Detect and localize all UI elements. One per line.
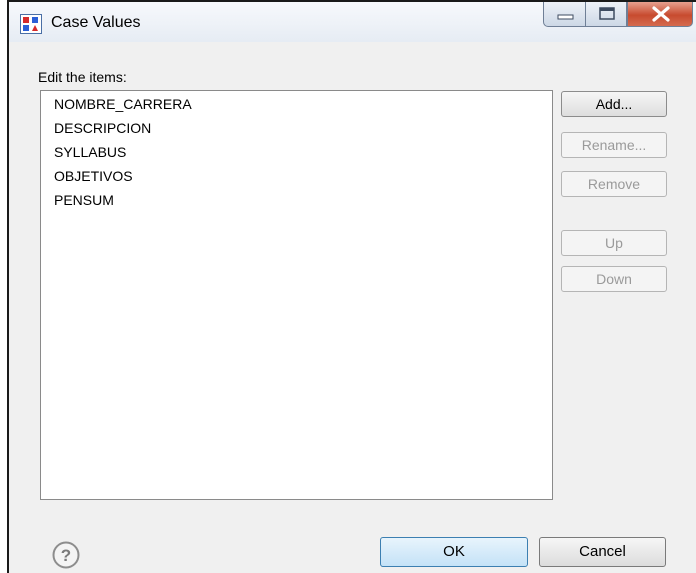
close-button[interactable] bbox=[627, 2, 693, 27]
maximize-icon bbox=[599, 7, 615, 20]
list-item[interactable]: OBJETIVOS bbox=[54, 168, 133, 184]
title-bar[interactable]: Case Values bbox=[9, 2, 696, 42]
minimize-icon bbox=[557, 14, 574, 20]
list-item[interactable]: SYLLABUS bbox=[54, 144, 126, 160]
rename-button[interactable]: Rename... bbox=[561, 132, 667, 158]
down-button[interactable]: Down bbox=[561, 266, 667, 292]
list-item[interactable]: DESCRIPCION bbox=[54, 120, 151, 136]
up-button[interactable]: Up bbox=[561, 230, 667, 256]
close-icon bbox=[652, 6, 670, 22]
edit-items-label: Edit the items: bbox=[38, 69, 127, 85]
list-item[interactable]: NOMBRE_CARRERA bbox=[54, 96, 192, 112]
case-values-dialog: Case Values Edit the items: NOMBRE_CARRE… bbox=[7, 0, 696, 573]
list-item[interactable]: PENSUM bbox=[54, 192, 114, 208]
add-button[interactable]: Add... bbox=[561, 91, 667, 117]
remove-button[interactable]: Remove bbox=[561, 171, 667, 197]
help-icon[interactable]: ? bbox=[51, 540, 81, 570]
window-title: Case Values bbox=[51, 14, 141, 31]
palette-icon bbox=[20, 14, 42, 34]
maximize-button[interactable] bbox=[585, 2, 627, 27]
svg-text:?: ? bbox=[61, 546, 71, 565]
ok-button[interactable]: OK bbox=[380, 537, 528, 567]
minimize-button[interactable] bbox=[543, 2, 586, 27]
cancel-button[interactable]: Cancel bbox=[539, 537, 666, 567]
items-listbox[interactable]: NOMBRE_CARRERA DESCRIPCION SYLLABUS OBJE… bbox=[40, 90, 553, 500]
